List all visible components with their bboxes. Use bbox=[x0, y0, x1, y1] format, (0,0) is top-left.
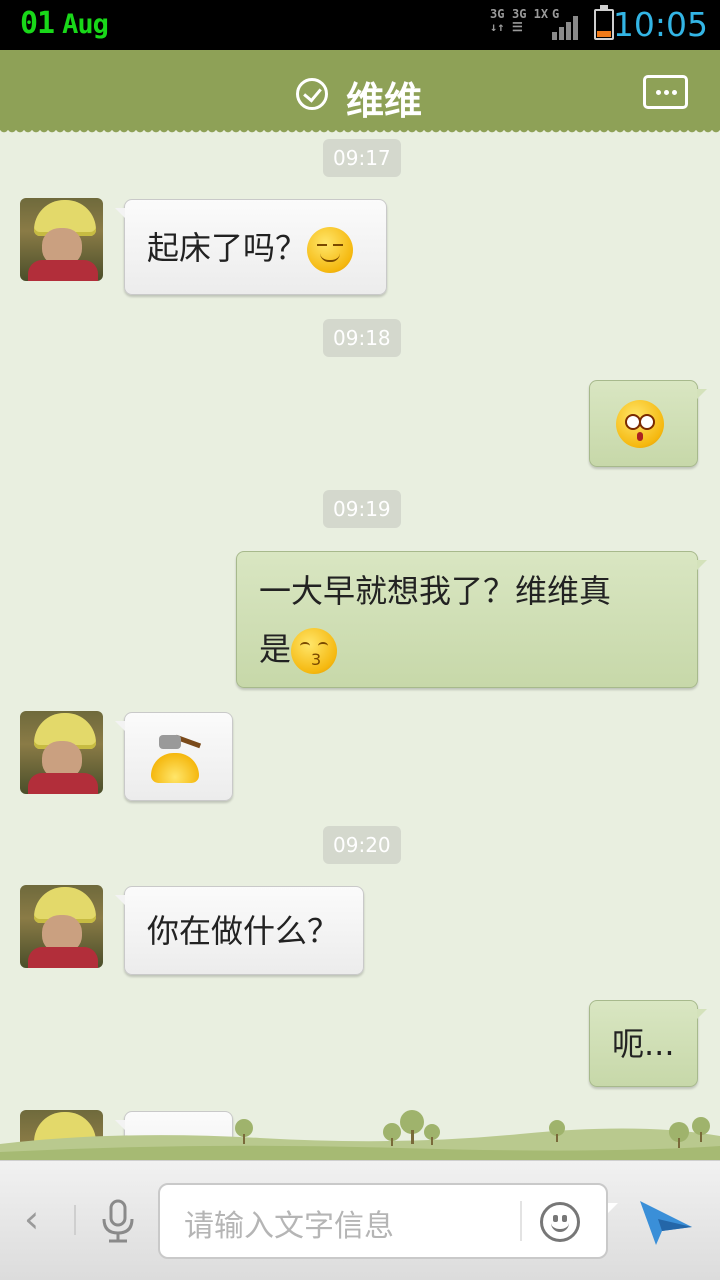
grass-scenery bbox=[0, 1110, 720, 1160]
network-3g-icon: 3G ↓↑ bbox=[490, 7, 505, 34]
microphone-icon[interactable] bbox=[98, 1199, 138, 1245]
timestamp: 09:17 bbox=[323, 139, 401, 177]
divider bbox=[74, 1205, 76, 1235]
kiss-emoji-icon: 3 bbox=[291, 628, 338, 674]
divider bbox=[520, 1201, 522, 1241]
outgoing-message[interactable]: 一大早就想我了？维维真 是3 bbox=[236, 551, 707, 688]
timestamp: 09:20 bbox=[323, 826, 401, 864]
avatar[interactable] bbox=[20, 885, 103, 968]
status-date: 01 Aug bbox=[20, 6, 109, 41]
outgoing-message[interactable] bbox=[589, 380, 707, 467]
avatar[interactable] bbox=[20, 711, 103, 794]
check-circle-icon bbox=[296, 78, 328, 110]
smiley-icon[interactable] bbox=[540, 1202, 580, 1242]
angry-emoji-icon bbox=[616, 400, 664, 448]
message-list[interactable]: 09:17 起床了吗？ 09:18 09:19 一大早就想我了？维维真 是3 0… bbox=[0, 134, 720, 1160]
smile-emoji-icon bbox=[307, 227, 354, 273]
status-date-day: 01 bbox=[20, 6, 55, 41]
signal-icon bbox=[550, 14, 582, 40]
message-text-line2: 是 bbox=[259, 630, 292, 668]
hammer-emoji-icon bbox=[149, 734, 203, 785]
message-input-placeholder: 请输入文字信息 bbox=[184, 1209, 394, 1244]
status-date-month: Aug bbox=[62, 9, 109, 40]
incoming-message[interactable]: 起床了吗？ bbox=[115, 199, 387, 295]
status-time: 10:05 bbox=[612, 5, 708, 44]
timestamp: 09:18 bbox=[323, 319, 401, 357]
battery-icon bbox=[594, 5, 614, 40]
input-bar: ‹ 请输入文字信息 bbox=[0, 1160, 720, 1280]
message-text: 你在做什么？ bbox=[147, 912, 340, 950]
more-icon[interactable] bbox=[643, 75, 688, 109]
send-icon[interactable] bbox=[638, 1193, 694, 1249]
timestamp: 09:19 bbox=[323, 490, 401, 528]
contact-name[interactable]: 维维 bbox=[346, 70, 422, 125]
outgoing-message[interactable]: 呃... bbox=[589, 1000, 707, 1087]
message-text: 起床了吗？ bbox=[147, 229, 308, 267]
message-input[interactable]: 请输入文字信息 bbox=[158, 1183, 618, 1259]
avatar[interactable] bbox=[20, 198, 103, 281]
network-3g1x-icon: 3G 1X ☰ bbox=[512, 7, 549, 34]
chat-header: 维维 bbox=[0, 50, 720, 136]
incoming-message[interactable]: 你在做什么？ bbox=[115, 886, 364, 975]
message-text: 呃... bbox=[612, 1025, 675, 1063]
message-text-line1: 一大早就想我了？维维真 bbox=[259, 572, 612, 610]
incoming-message[interactable] bbox=[115, 712, 233, 801]
chevron-left-icon[interactable]: ‹ bbox=[24, 1197, 39, 1241]
status-bar: 01 Aug 3G ↓↑ 3G 1X ☰ G 10:05 bbox=[0, 0, 720, 50]
